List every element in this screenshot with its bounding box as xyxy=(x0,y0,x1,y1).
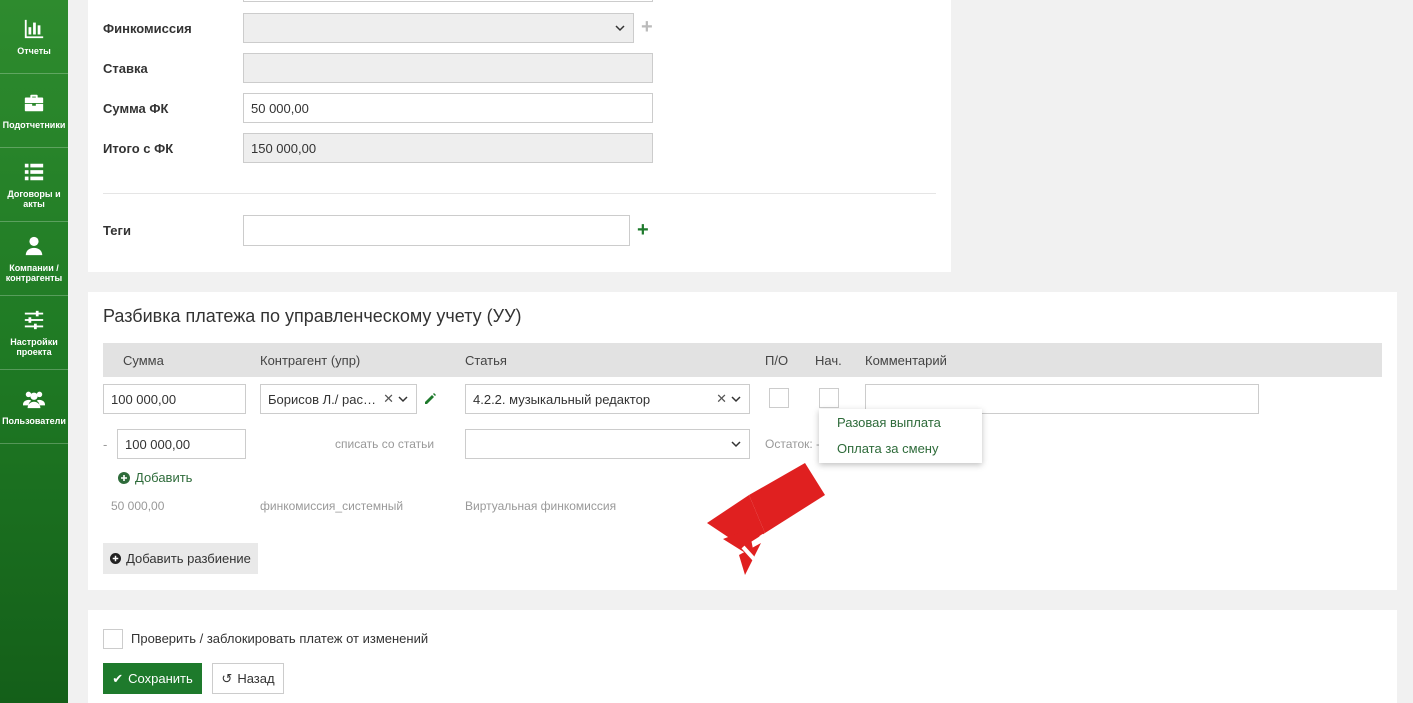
lock-payment-label: Проверить / заблокировать платеж от изме… xyxy=(131,631,429,646)
sidebar-item-accountables[interactable]: Подотчетники xyxy=(0,74,68,148)
po-checkbox[interactable] xyxy=(769,388,789,408)
user-icon xyxy=(25,236,43,255)
sidebar-item-companies[interactable]: Компании / контрагенты xyxy=(0,222,68,296)
virtual-sum: 50 000,00 xyxy=(111,499,165,513)
counterparty-value: Борисов Л./ рас… xyxy=(268,391,376,407)
lock-payment-checkbox[interactable] xyxy=(103,629,123,649)
sidebar-item-label: Подотчетники xyxy=(2,119,66,130)
undo-icon: ↺ xyxy=(221,670,233,686)
bar-chart-icon xyxy=(24,19,44,38)
sidebar-item-users[interactable]: Пользователи xyxy=(0,370,68,444)
dropdown-item-one-time-payment[interactable]: Разовая выплата xyxy=(837,415,941,430)
back-label: Назад xyxy=(237,671,275,686)
plus-icon[interactable]: + xyxy=(641,17,653,37)
cut-off-field xyxy=(243,0,653,2)
sub-row-dash: - xyxy=(103,437,108,452)
sidebar-item-reports[interactable]: Отчеты xyxy=(0,0,68,74)
sidebar-item-label: Компании / контрагенты xyxy=(5,262,63,283)
column-article: Статья xyxy=(465,353,507,368)
column-comment: Комментарий xyxy=(865,353,947,368)
back-button[interactable]: ↺ Назад xyxy=(212,663,284,694)
column-nach: Нач. xyxy=(815,353,842,368)
red-arrow-annotation xyxy=(707,463,825,575)
dropdown-item-shift-payment[interactable]: Оплата за смену xyxy=(837,441,938,456)
row-sum-input[interactable]: 100 000,00 xyxy=(103,384,246,414)
fincommission-label: Финкомиссия xyxy=(103,21,192,36)
add-split-button[interactable]: Добавить разбиение xyxy=(103,543,258,574)
sidebar-item-label: Пользователи xyxy=(2,415,66,426)
list-icon xyxy=(24,163,44,180)
briefcase-icon xyxy=(24,94,44,111)
counterparty-select[interactable]: Борисов Л./ рас… ✕ xyxy=(260,384,417,414)
add-tag-icon[interactable]: + xyxy=(637,220,649,240)
sub-row-sum-input[interactable]: 100 000,00 xyxy=(117,429,246,459)
clear-icon[interactable]: ✕ xyxy=(716,391,727,407)
check-icon: ✔ xyxy=(112,670,124,686)
divider xyxy=(103,193,936,194)
save-button[interactable]: ✔ Сохранить xyxy=(103,663,202,694)
nach-dropdown-menu: Разовая выплата Оплата за смену xyxy=(819,409,982,463)
add-link-label: Добавить xyxy=(135,470,193,485)
sidebar-item-label: Настройки проекта xyxy=(10,336,58,357)
fincommission-select[interactable] xyxy=(243,13,634,43)
save-label: Сохранить xyxy=(128,671,193,686)
column-sum: Сумма xyxy=(123,353,164,368)
chevron-down-icon xyxy=(731,396,741,403)
tags-label: Теги xyxy=(103,223,131,238)
writeoff-article-select[interactable] xyxy=(465,429,750,459)
virtual-counterparty: финкомиссия_системный xyxy=(260,499,404,513)
breakdown-table-header: Сумма Контрагент (упр) Статья П/О Нач. К… xyxy=(103,343,1382,377)
footer-panel: Проверить / заблокировать платеж от изме… xyxy=(88,610,1397,703)
sum-fk-input[interactable]: 50 000,00 xyxy=(243,93,653,123)
total-fk-label: Итого с ФК xyxy=(103,141,174,156)
users-icon xyxy=(23,391,45,408)
add-split-label: Добавить разбиение xyxy=(126,551,251,566)
row-sum-value: 100 000,00 xyxy=(111,391,177,407)
total-fk-field: 150 000,00 xyxy=(243,133,653,163)
writeoff-label: списать со статьи xyxy=(335,437,435,451)
plus-circle-icon xyxy=(110,553,122,564)
rate-field xyxy=(243,53,653,83)
payment-details-panel: Финкомиссия + Ставка Сумма ФК 50 000,00 … xyxy=(88,0,951,272)
chevron-down-icon xyxy=(615,25,625,32)
sum-fk-label: Сумма ФК xyxy=(103,101,169,116)
sidebar: Отчеты Подотчетники Договоры и акты Комп… xyxy=(0,0,68,703)
chevron-down-icon xyxy=(731,441,741,448)
column-po: П/О xyxy=(765,353,789,368)
add-link[interactable]: Добавить xyxy=(118,470,192,485)
chevron-down-icon xyxy=(398,396,408,403)
rate-label: Ставка xyxy=(103,61,148,76)
tags-input[interactable] xyxy=(243,215,630,246)
nach-checkbox[interactable] xyxy=(819,388,839,408)
article-value: 4.2.2. музыкальный редактор xyxy=(473,391,651,407)
sidebar-item-contracts[interactable]: Договоры и акты xyxy=(0,148,68,222)
article-select[interactable]: 4.2.2. музыкальный редактор ✕ xyxy=(465,384,750,414)
total-fk-value: 150 000,00 xyxy=(251,140,317,156)
plus-circle-icon xyxy=(118,471,130,484)
sum-fk-value: 50 000,00 xyxy=(251,100,309,116)
breakdown-title: Разбивка платежа по управленческому учет… xyxy=(103,306,522,326)
sidebar-item-project-settings[interactable]: Настройки проекта xyxy=(0,296,68,370)
clear-icon[interactable]: ✕ xyxy=(383,391,394,407)
sidebar-item-label: Договоры и акты xyxy=(7,188,61,209)
sidebar-item-label: Отчеты xyxy=(17,45,51,56)
column-counterparty: Контрагент (упр) xyxy=(260,353,361,368)
sliders-icon xyxy=(24,310,44,329)
virtual-article: Виртуальная финкомиссия xyxy=(465,499,617,513)
sub-row-sum-value: 100 000,00 xyxy=(125,436,191,452)
pencil-icon[interactable] xyxy=(423,392,437,406)
remainder-label: Остаток: - xyxy=(765,437,821,451)
